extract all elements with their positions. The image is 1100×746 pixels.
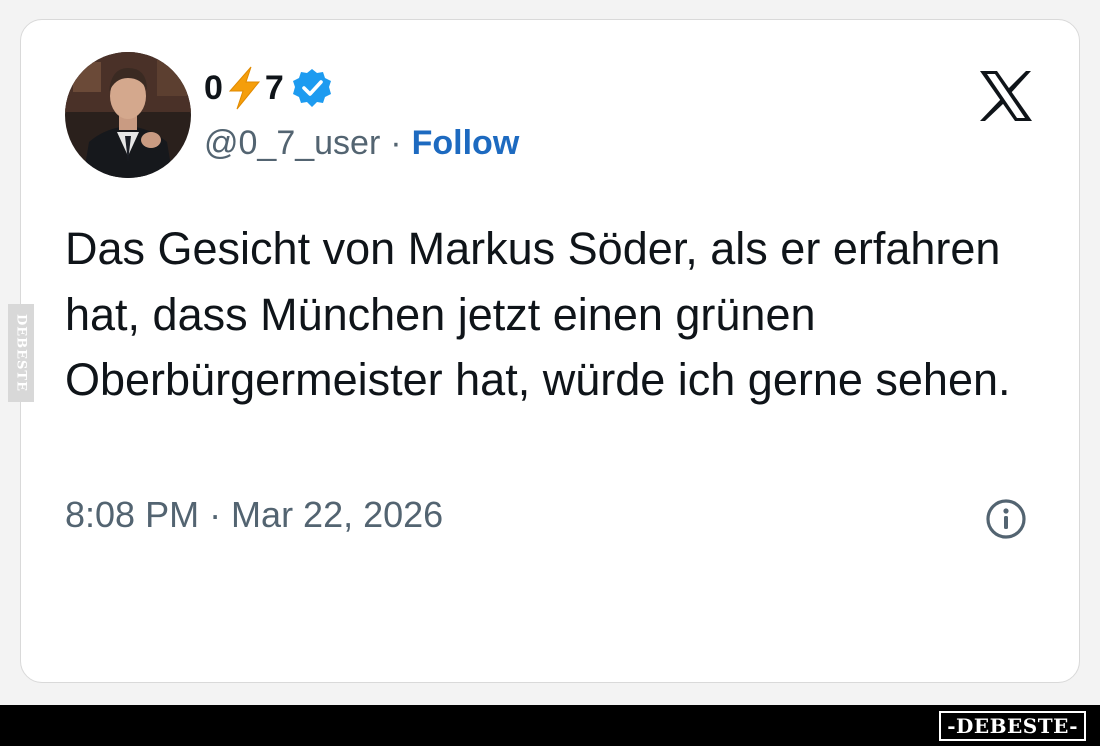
tweet-text: Das Gesicht von Markus Söder, als er erf…: [65, 223, 1011, 405]
follow-button[interactable]: Follow: [412, 124, 520, 163]
handle-row: @0_7_user · Follow: [204, 124, 519, 163]
side-watermark-text: DEBESTE: [13, 313, 29, 393]
tweet-card: 0 7 @0_7_user · Follow Das Gesicht von M…: [20, 19, 1080, 683]
author-handle[interactable]: @0_7_user: [204, 124, 380, 163]
verified-badge-icon: [292, 68, 332, 108]
x-logo-icon[interactable]: [978, 70, 1034, 122]
avatar-image: [65, 52, 191, 178]
footer-bar: -DEBESTE-: [0, 705, 1100, 746]
avatar[interactable]: [65, 52, 191, 178]
footer-watermark-logo: -DEBESTE-: [939, 711, 1086, 741]
info-icon[interactable]: [984, 497, 1028, 541]
lightning-bolt-icon: [225, 66, 263, 110]
author-name-part2: 7: [264, 68, 284, 107]
author-name-part1: 0: [204, 68, 223, 107]
handle-separator: ·: [390, 124, 402, 162]
author-name-row[interactable]: 0 7: [204, 66, 332, 110]
side-watermark: DEBESTE: [8, 304, 34, 402]
tweet-timestamp[interactable]: 8:08 PM · Mar 22, 2026: [65, 494, 443, 536]
